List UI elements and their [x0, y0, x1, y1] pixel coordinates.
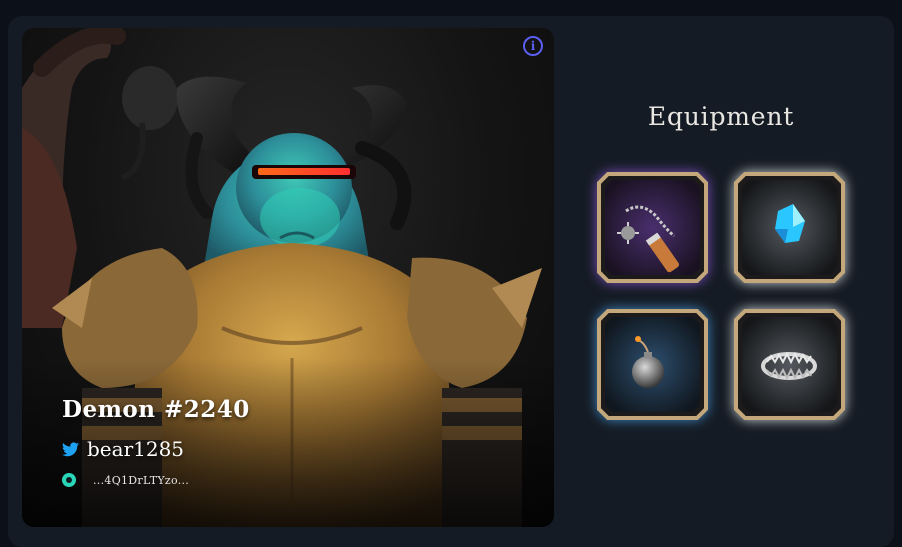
wallet-address: ...4Q1DrLTYzo...	[93, 473, 190, 487]
wallet-address-row[interactable]: ...4Q1DrLTYzo...	[62, 470, 189, 490]
equipment-slot-3[interactable]	[596, 308, 709, 421]
twitter-handle: bear1285	[87, 437, 185, 461]
character-name: Demon #2240	[62, 396, 250, 423]
equipment-slot-2[interactable]	[733, 171, 846, 284]
info-icon[interactable]: i	[523, 36, 543, 56]
equipment-title: Equipment	[647, 102, 795, 131]
owner-twitter[interactable]: bear1285	[62, 435, 184, 463]
twitter-icon	[62, 441, 79, 456]
character-portrait-card: i Demon #2240 bear1285 ...4Q1DrLTYzo...	[22, 28, 554, 527]
equipment-slot-1[interactable]	[596, 171, 709, 284]
wallet-icon	[62, 473, 76, 487]
equipment-slot-4[interactable]	[733, 308, 846, 421]
